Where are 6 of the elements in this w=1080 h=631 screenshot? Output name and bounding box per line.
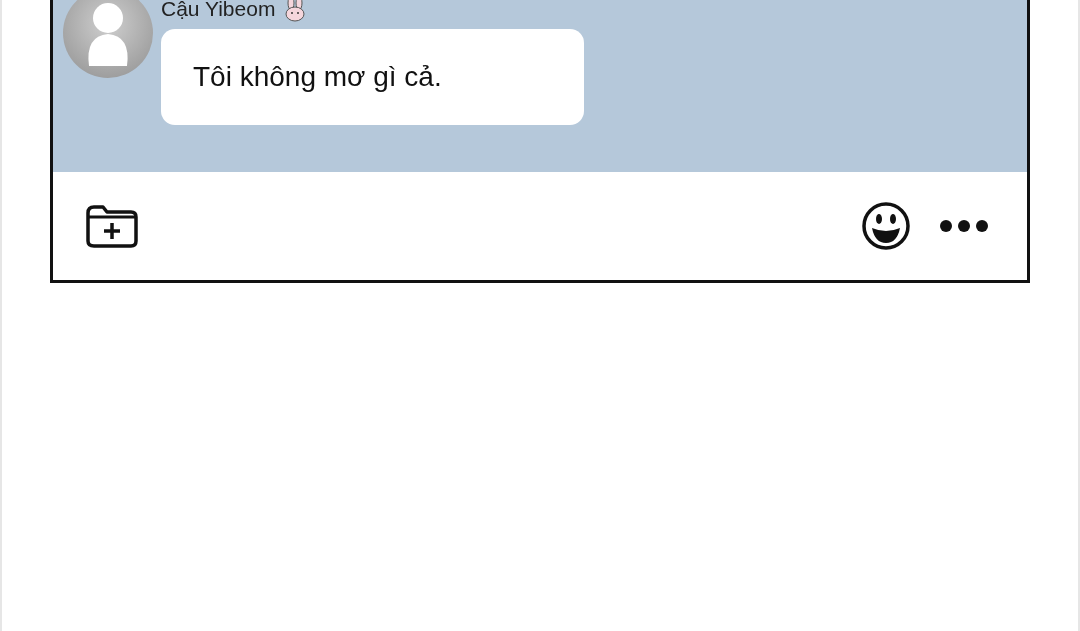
more-icon[interactable] xyxy=(939,219,989,233)
folder-add-icon[interactable] xyxy=(85,203,139,249)
smiley-icon[interactable] xyxy=(861,201,911,251)
sender-name: Cậu Yibeom xyxy=(161,0,276,21)
message-text: Tôi không mơ gì cả. xyxy=(193,61,442,93)
rabbit-icon xyxy=(283,0,308,22)
